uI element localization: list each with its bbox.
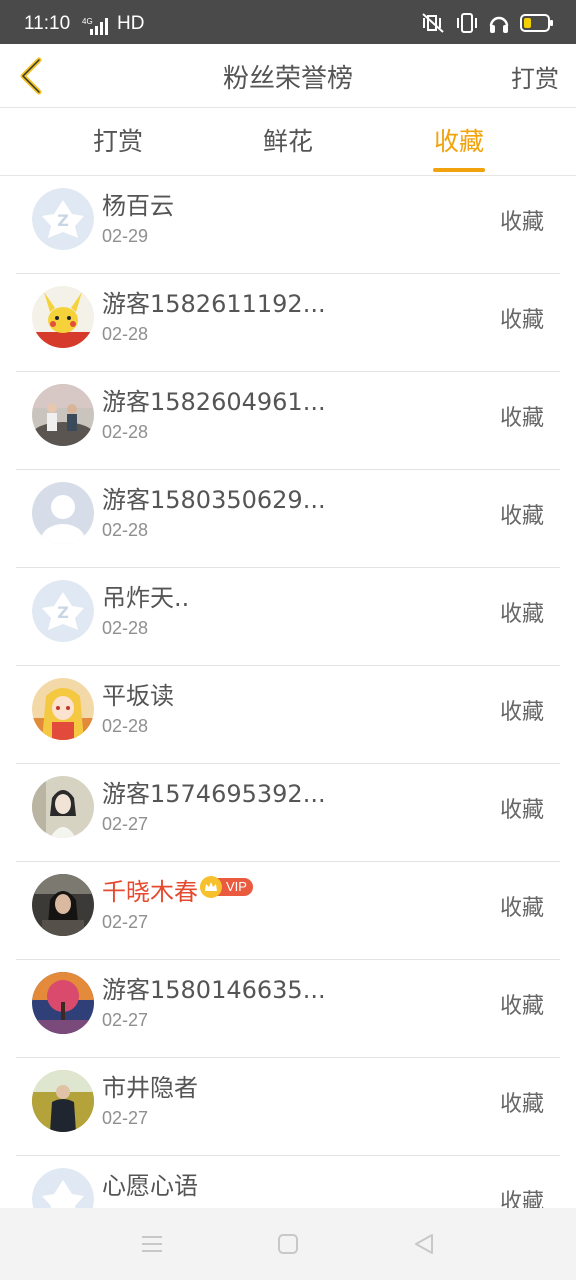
fan-name: 杨百云 bbox=[102, 192, 174, 220]
fan-action: 收藏 bbox=[499, 210, 544, 235]
fan-date: 02-28 bbox=[102, 520, 149, 540]
fan-action: 收藏 bbox=[499, 1092, 544, 1117]
fan-name: 心愿心语 bbox=[102, 1172, 198, 1200]
photo-avatar-icon bbox=[32, 384, 94, 446]
headphones-icon bbox=[489, 16, 509, 33]
list-item[interactable]: 游客1582611192... 02-28 收藏 bbox=[16, 274, 560, 372]
default-avatar-icon: Z bbox=[32, 580, 94, 642]
fan-name: 千晓木春 bbox=[102, 878, 198, 906]
network-type: 4G bbox=[82, 17, 93, 26]
status-time: 11:10 bbox=[24, 13, 71, 34]
default-avatar-icon: Z bbox=[32, 188, 94, 250]
home-icon bbox=[278, 1234, 298, 1254]
tab-reward[interactable]: 打赏 bbox=[58, 108, 178, 176]
list-item[interactable]: 游客1582604961... 02-28 收藏 bbox=[16, 372, 560, 470]
fan-action: 收藏 bbox=[499, 504, 544, 529]
list-item[interactable]: 游客1580146635... 02-27 收藏 bbox=[16, 960, 560, 1058]
photo-avatar-icon bbox=[32, 874, 94, 936]
active-tab-indicator bbox=[433, 168, 485, 172]
status-bar: 11:10 4G HD bbox=[0, 0, 576, 44]
list-item[interactable]: 游客1580350629... 02-28 收藏 bbox=[16, 470, 560, 568]
fan-action: 收藏 bbox=[499, 896, 544, 921]
vibrate-off-icon bbox=[422, 13, 444, 33]
fan-action: 收藏 bbox=[499, 994, 544, 1019]
fan-date: 02-29 bbox=[102, 226, 149, 246]
menu-icon bbox=[142, 1236, 162, 1252]
back-triangle-icon bbox=[415, 1234, 433, 1254]
vip-badge: VIP bbox=[200, 876, 253, 898]
fan-date: 02-27 bbox=[102, 1010, 149, 1030]
pikachu-avatar-icon bbox=[32, 286, 94, 348]
fan-action: 收藏 bbox=[499, 602, 544, 627]
fan-date: 02-28 bbox=[102, 618, 149, 638]
list-item[interactable]: 游客1574695392... 02-27 收藏 bbox=[16, 764, 560, 862]
reward-button[interactable]: 打赏 bbox=[511, 59, 559, 94]
fan-date: 02-28 bbox=[102, 716, 149, 736]
list-item[interactable]: Z 吊炸天.. 02-28 收藏 bbox=[16, 568, 560, 666]
home-button[interactable] bbox=[274, 1230, 302, 1258]
fan-name: 平坂读 bbox=[102, 682, 174, 710]
fan-name: 吊炸天.. bbox=[102, 584, 190, 612]
fan-name: 游客1574695392... bbox=[102, 780, 326, 808]
fan-action: 收藏 bbox=[499, 308, 544, 333]
fan-action: 收藏 bbox=[499, 406, 544, 431]
painting-avatar-icon bbox=[32, 972, 94, 1034]
tab-bar: 打赏 鲜花 收藏 bbox=[0, 108, 576, 176]
svg-text:Z: Z bbox=[57, 603, 69, 622]
list-item[interactable]: 平坂读 02-28 收藏 bbox=[16, 666, 560, 764]
svg-text:Z: Z bbox=[57, 211, 69, 230]
fan-name: 游客1580350629... bbox=[102, 486, 326, 514]
anime-avatar-icon bbox=[32, 678, 94, 740]
fan-date: 02-27 bbox=[102, 814, 149, 834]
status-icons bbox=[422, 12, 554, 34]
photo-avatar-icon bbox=[32, 776, 94, 838]
system-nav-bar bbox=[0, 1208, 576, 1280]
silhouette-avatar-icon bbox=[32, 482, 94, 544]
hd-indicator: HD bbox=[117, 13, 145, 34]
tab-favorites[interactable]: 收藏 bbox=[399, 108, 519, 176]
fan-name: 游客1582611192... bbox=[102, 290, 326, 318]
fan-name: 游客1582604961... bbox=[102, 388, 326, 416]
nav-back-button[interactable] bbox=[410, 1230, 438, 1258]
app-screen: 11:10 4G HD 粉丝荣誉榜 打赏 打赏 鲜花 收藏 Z 杨百云 02-2… bbox=[0, 0, 576, 1280]
top-bar: 粉丝荣誉榜 打赏 bbox=[0, 44, 576, 108]
battery-icon bbox=[520, 14, 553, 32]
fan-date: 02-27 bbox=[102, 1108, 149, 1128]
fan-name: 市井隐者 bbox=[102, 1074, 198, 1102]
signal-icon: 4G bbox=[82, 17, 108, 35]
fan-action: 收藏 bbox=[499, 798, 544, 823]
fan-date: 02-28 bbox=[102, 422, 149, 442]
list-item[interactable]: Z 杨百云 02-29 收藏 bbox=[16, 176, 560, 274]
photo-avatar-icon bbox=[32, 1070, 94, 1132]
crown-icon bbox=[200, 876, 222, 898]
fan-name: 游客1580146635... bbox=[102, 976, 326, 1004]
page-title: 粉丝荣誉榜 bbox=[222, 64, 353, 94]
fan-date: 02-28 bbox=[102, 324, 149, 344]
fan-date: 02-27 bbox=[102, 912, 149, 932]
menu-button[interactable] bbox=[138, 1230, 166, 1258]
vibrate-icon bbox=[457, 13, 477, 33]
list-item[interactable]: 千晓木春 VIP 02-27 收藏 bbox=[16, 862, 560, 960]
list-item[interactable]: 市井隐者 02-27 收藏 bbox=[16, 1058, 560, 1156]
fan-action: 收藏 bbox=[499, 700, 544, 725]
tab-flowers[interactable]: 鲜花 bbox=[228, 108, 348, 176]
